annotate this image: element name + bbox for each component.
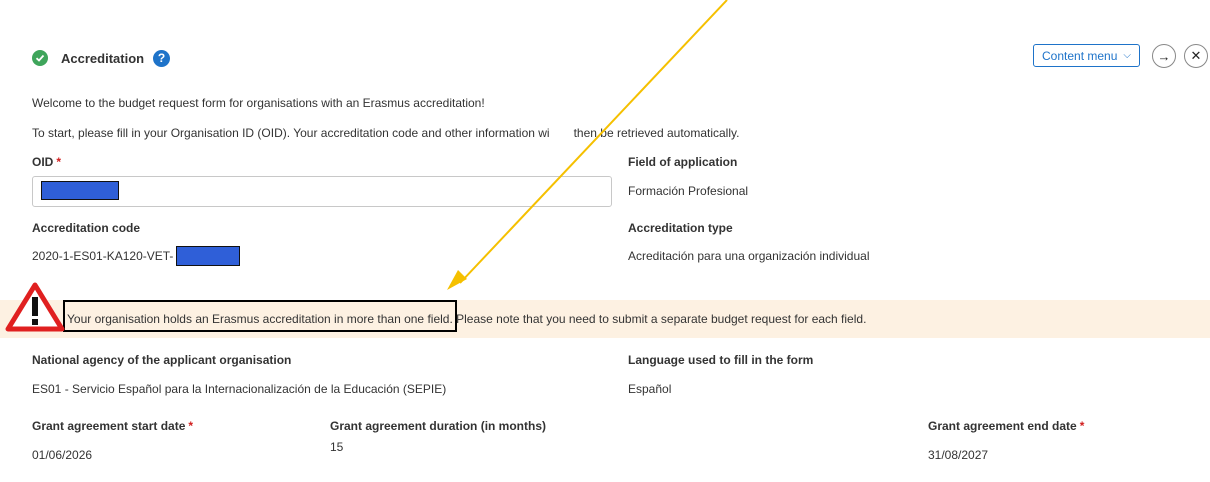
annotation-arrow: [447, 0, 728, 290]
